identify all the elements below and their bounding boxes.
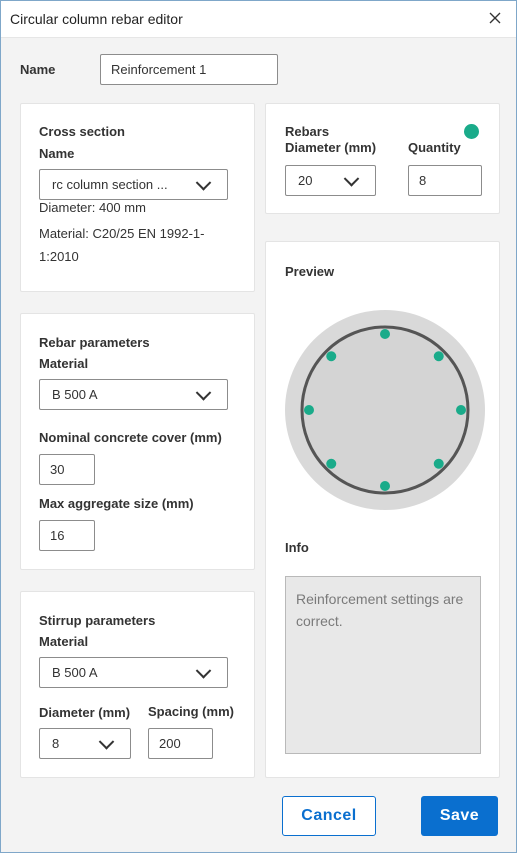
rebar-dot xyxy=(326,458,337,469)
chevron-down-icon xyxy=(98,733,115,750)
cancel-button[interactable]: Cancel xyxy=(282,796,376,836)
cross-section-diameter: Diameter: 400 mm xyxy=(39,200,146,215)
cross-section-select-value: rc column section ... xyxy=(52,177,168,192)
rebar-material-select[interactable]: B 500 A xyxy=(39,379,228,410)
window-title: Circular column rebar editor xyxy=(10,11,183,27)
stirrup-spacing-label: Spacing (mm) xyxy=(148,704,234,719)
stirrup-material-select[interactable]: B 500 A xyxy=(39,657,228,688)
cover-input[interactable]: 30 xyxy=(39,454,95,485)
rebars-panel: Rebars Diameter (mm) Quantity 20 8 xyxy=(265,103,500,214)
stirrup-material-value: B 500 A xyxy=(52,665,98,680)
stirrup-parameters-heading: Stirrup parameters xyxy=(39,613,156,628)
cross-section-material: Material: C20/25 EN 1992-1- xyxy=(39,226,205,241)
rebar-dot xyxy=(433,458,444,469)
save-button[interactable]: Save xyxy=(421,796,498,836)
stirrup-ring xyxy=(300,325,470,495)
stirrup-material-label: Material xyxy=(39,634,89,649)
cross-section-select[interactable]: rc column section ... xyxy=(39,169,228,200)
name-label: Name xyxy=(20,62,56,77)
chevron-down-icon xyxy=(195,662,212,679)
name-input[interactable]: Reinforcement 1 xyxy=(100,54,278,85)
rebar-dot xyxy=(380,481,390,491)
stirrup-spacing-input[interactable]: 200 xyxy=(148,728,213,759)
cross-section-name-label: Name xyxy=(39,146,75,161)
info-message: Reinforcement settings are correct. xyxy=(296,591,464,629)
stirrup-diameter-value: 8 xyxy=(52,736,60,751)
stirrup-diameter-label: Diameter (mm) xyxy=(39,705,131,720)
info-heading: Info xyxy=(285,540,309,555)
rebar-dot xyxy=(456,405,466,415)
rebars-quantity-label: Quantity xyxy=(408,140,461,155)
cross-section-material-cont: 1:2010 xyxy=(39,249,79,264)
close-icon[interactable] xyxy=(484,7,506,29)
preview-panel: Preview Info Reinforcement settings are … xyxy=(265,241,500,778)
aggregate-label: Max aggregate size (mm) xyxy=(39,496,194,511)
rebar-dot xyxy=(433,351,444,362)
cross-section-heading: Cross section xyxy=(39,124,125,139)
rebar-dot xyxy=(326,351,337,362)
aggregate-input[interactable]: 16 xyxy=(39,520,95,551)
chevron-down-icon xyxy=(195,174,212,191)
status-indicator-icon xyxy=(464,124,479,139)
rebar-parameters-panel: Rebar parameters Material B 500 A Nomina… xyxy=(20,313,255,570)
rebar-material-label: Material xyxy=(39,356,89,371)
aggregate-value: 16 xyxy=(50,528,65,543)
title-bar: Circular column rebar editor xyxy=(1,1,516,38)
rebar-quantity-input[interactable]: 8 xyxy=(408,165,482,196)
rebar-dot xyxy=(380,329,390,339)
preview-heading: Preview xyxy=(285,264,335,279)
rebar-quantity-value: 8 xyxy=(419,173,427,188)
chevron-down-icon xyxy=(343,170,360,187)
rebar-dot xyxy=(304,405,314,415)
cross-section-panel: Cross section Name rc column section ...… xyxy=(20,103,255,292)
rebar-diameter-select[interactable]: 20 xyxy=(285,165,376,196)
rebar-parameters-heading: Rebar parameters xyxy=(39,335,150,350)
stirrup-diameter-select[interactable]: 8 xyxy=(39,728,131,759)
stirrup-spacing-value: 200 xyxy=(159,736,181,751)
rebars-diameter-label: Diameter (mm) xyxy=(285,140,377,155)
cover-label: Nominal concrete cover (mm) xyxy=(39,430,222,445)
chevron-down-icon xyxy=(195,384,212,401)
rebar-material-value: B 500 A xyxy=(52,387,98,402)
rebar-diameter-value: 20 xyxy=(298,173,313,188)
name-input-value: Reinforcement 1 xyxy=(111,62,207,77)
stirrup-parameters-panel: Stirrup parameters Material B 500 A Diam… xyxy=(20,591,255,778)
info-message-box: Reinforcement settings are correct. xyxy=(285,576,481,754)
rebars-heading: Rebars xyxy=(285,124,330,139)
section-preview xyxy=(285,310,485,510)
cover-value: 30 xyxy=(50,462,65,477)
rebar-editor-window: Circular column rebar editor Name Reinfo… xyxy=(0,0,517,853)
